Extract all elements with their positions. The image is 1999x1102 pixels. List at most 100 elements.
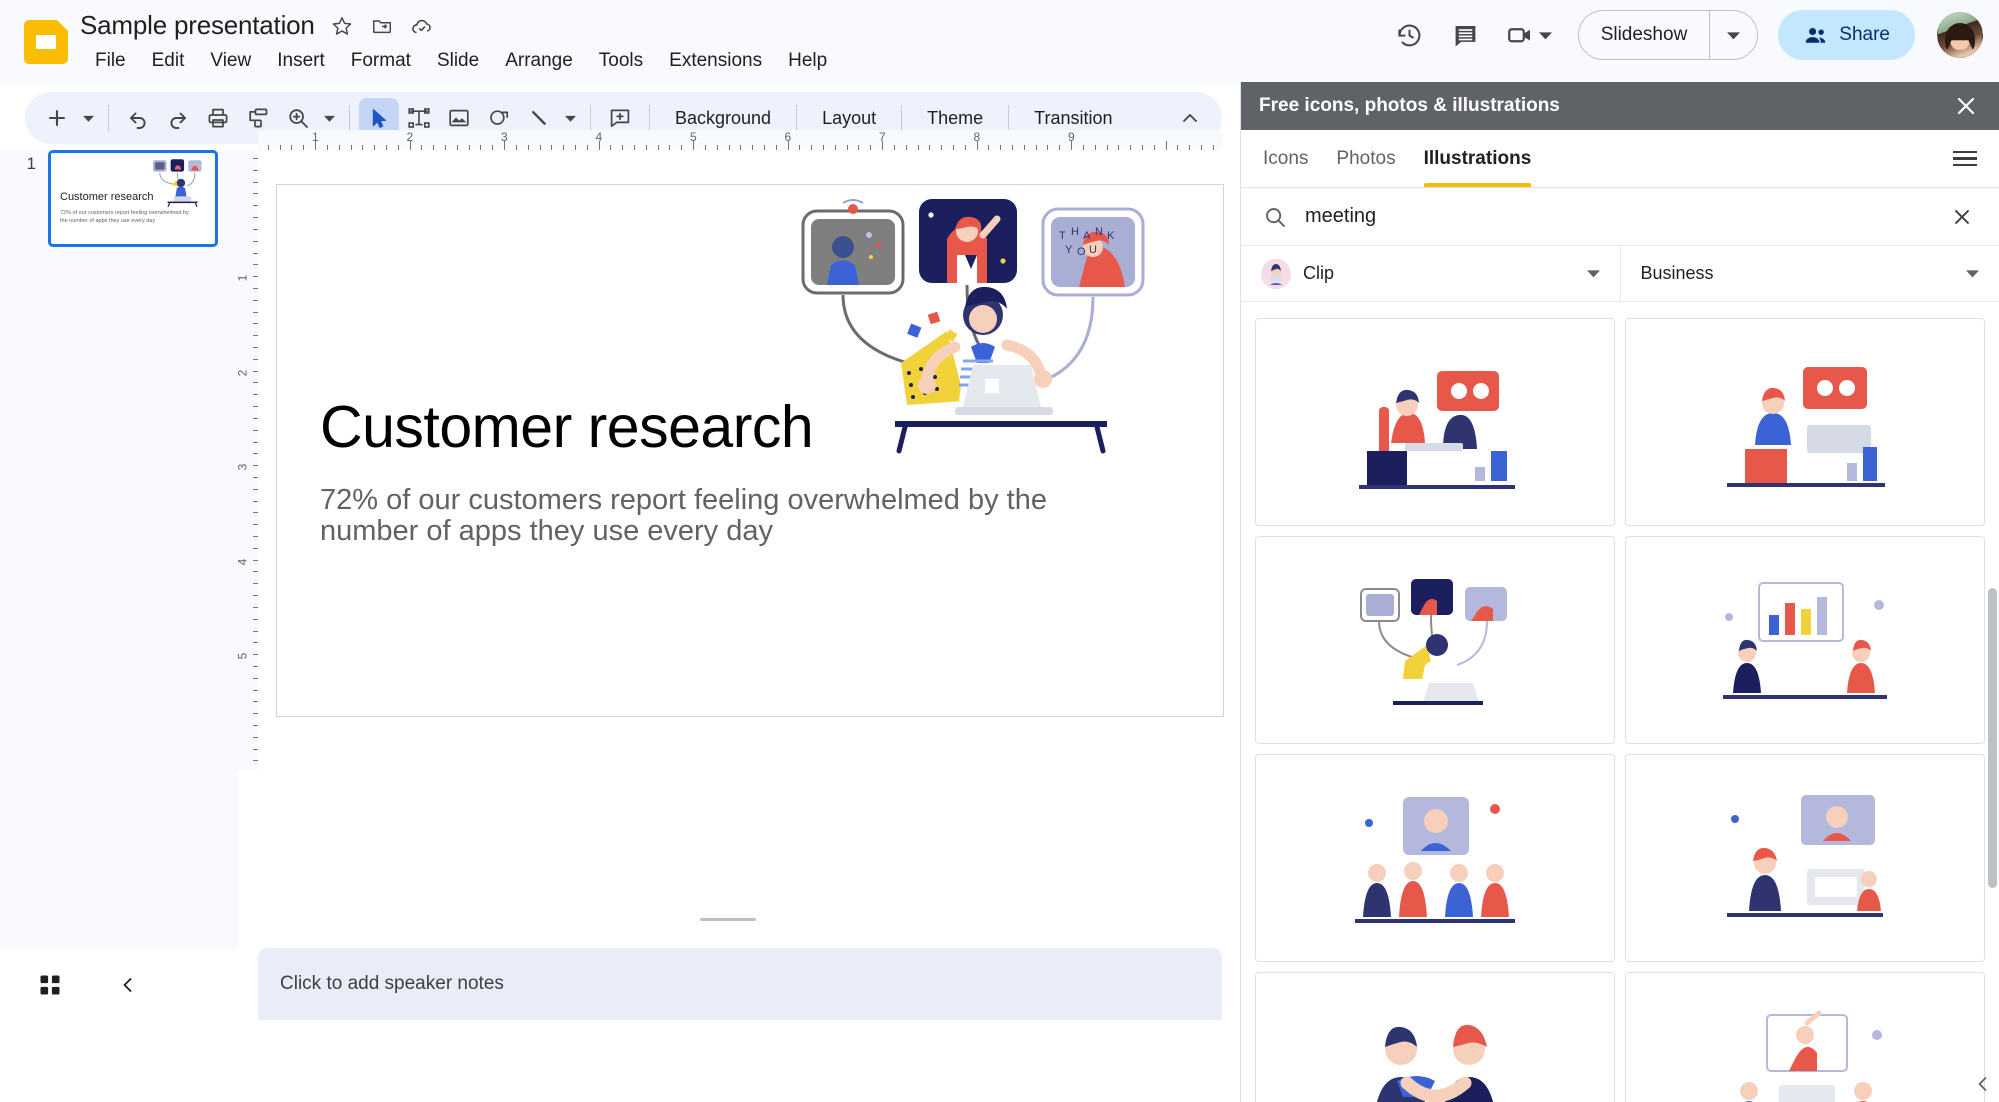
result-card-5[interactable]: [1255, 754, 1615, 962]
speaker-notes-input[interactable]: Click to add speaker notes: [258, 948, 1222, 1020]
meet-camera-icon: [1506, 20, 1536, 50]
search-input[interactable]: [1305, 205, 1929, 228]
menu-edit[interactable]: Edit: [139, 48, 198, 74]
clear-icon[interactable]: [1947, 206, 1977, 228]
result-card-1[interactable]: [1255, 318, 1615, 526]
tab-illustrations[interactable]: Illustrations: [1423, 130, 1531, 187]
menu-help[interactable]: Help: [775, 48, 840, 74]
stock-media-panel: Free icons, photos & illustrations Icons…: [1240, 82, 1999, 1102]
slideshow-options-caret[interactable]: [1709, 11, 1757, 59]
ruler-tick: [882, 141, 884, 150]
slide-thumbnail-row: 1 Customer research 72% of our customers…: [20, 150, 218, 247]
svg-text:O: O: [1077, 246, 1086, 258]
filmstrip-bottom-actions: [30, 965, 148, 1005]
menu-extensions[interactable]: Extensions: [656, 48, 775, 74]
menu-format[interactable]: Format: [338, 48, 424, 74]
search-icon: [1263, 205, 1287, 229]
plus-icon[interactable]: [37, 98, 77, 138]
comment-icon[interactable]: [1442, 11, 1490, 59]
top-app-bar: Sample presentation File Edit View Inser…: [0, 0, 1999, 84]
close-icon[interactable]: [1951, 91, 1981, 121]
svg-text:K: K: [1107, 230, 1115, 242]
panel-filters: Clip Business: [1241, 246, 1999, 302]
filter-provider-label: Clip: [1303, 263, 1335, 283]
panel-tabs: Icons Photos Illustrations: [1241, 130, 1999, 188]
slide-number: 1: [26, 154, 36, 173]
toolbar-divider: [108, 105, 109, 131]
toolbar-divider: [901, 105, 903, 131]
result-card-8[interactable]: [1625, 972, 1985, 1102]
top-bar-actions: Slideshow Share: [1386, 10, 1983, 60]
menu-insert[interactable]: Insert: [264, 48, 338, 74]
undo-icon[interactable]: [118, 98, 158, 138]
ruler-tick: [504, 141, 506, 150]
slideshow-button[interactable]: Slideshow: [1579, 11, 1710, 59]
ruler-tick: [315, 141, 317, 150]
slide-thumbnail-1[interactable]: Customer research 72% of our customers r…: [48, 150, 218, 247]
ruler-tick: [976, 141, 978, 150]
menu-view[interactable]: View: [197, 48, 264, 74]
tab-icons[interactable]: Icons: [1263, 130, 1308, 187]
slide-title-text[interactable]: Customer research: [320, 393, 814, 461]
slideshow-button-group: Slideshow: [1577, 10, 1759, 60]
video-call-illustration-thumb: [151, 158, 213, 210]
result-card-6[interactable]: [1625, 754, 1985, 962]
share-button-label: Share: [1839, 24, 1890, 45]
print-icon[interactable]: [198, 98, 238, 138]
slide-filmstrip: 1 Customer research 72% of our customers…: [0, 150, 238, 950]
thumbnail-title: Customer research: [60, 191, 154, 203]
people-icon: [1803, 23, 1828, 48]
toolbar-divider: [649, 105, 650, 131]
vertical-ruler: 12345: [235, 150, 258, 770]
svg-text:U: U: [1089, 244, 1097, 256]
result-card-7[interactable]: [1255, 972, 1615, 1102]
slide-subtitle-text[interactable]: 72% of our customers report feeling over…: [320, 484, 1120, 548]
toolbar-divider: [796, 105, 798, 131]
filter-provider[interactable]: Clip: [1241, 246, 1620, 301]
ruler-tick: [409, 141, 411, 150]
panel-collapse-icon[interactable]: [1973, 1074, 1993, 1094]
cloud-saved-icon[interactable]: [409, 13, 435, 39]
slides-logo-icon[interactable]: [24, 20, 68, 64]
ruler-tick: [787, 141, 789, 150]
ruler-tick: [693, 141, 695, 150]
page-title[interactable]: Sample presentation: [80, 10, 315, 41]
illustration-results-grid: [1241, 302, 1999, 1102]
panel-search-row: [1241, 188, 1999, 246]
menu-file[interactable]: File: [82, 48, 139, 74]
toolbar-divider: [590, 105, 591, 131]
grid-view-icon[interactable]: [30, 965, 70, 1005]
filter-category[interactable]: Business: [1619, 246, 1999, 301]
menu-slide[interactable]: Slide: [424, 48, 492, 74]
share-button[interactable]: Share: [1778, 10, 1915, 60]
meet-button[interactable]: [1498, 11, 1560, 59]
new-slide-caret-icon[interactable]: [77, 98, 99, 138]
svg-text:N: N: [1095, 226, 1103, 238]
menu-tools[interactable]: Tools: [586, 48, 656, 74]
svg-text:Y: Y: [1065, 244, 1073, 256]
star-icon[interactable]: [329, 13, 355, 39]
menu-bar: File Edit View Insert Format Slide Arran…: [82, 48, 840, 74]
move-to-folder-icon[interactable]: [369, 13, 395, 39]
results-scrollbar[interactable]: [1988, 588, 1997, 888]
video-call-illustration[interactable]: THA NK Y OU: [797, 195, 1197, 475]
ruler-tick: [1071, 141, 1073, 150]
chevron-down-icon: [1586, 267, 1600, 280]
result-card-3[interactable]: [1255, 536, 1615, 744]
chevron-down-icon: [1538, 29, 1552, 42]
version-history-icon[interactable]: [1386, 11, 1434, 59]
tab-photos[interactable]: Photos: [1336, 130, 1395, 187]
chevron-left-icon[interactable]: [108, 965, 148, 1005]
menu-arrange[interactable]: Arrange: [492, 48, 586, 74]
thumbnail-subtitle: 72% of our customers report feeling over…: [60, 210, 189, 225]
slide-editor[interactable]: THA NKY OU Customer research 72% of our …: [276, 184, 1224, 717]
redo-icon[interactable]: [158, 98, 198, 138]
notes-resize-handle[interactable]: [700, 918, 756, 921]
result-card-4[interactable]: [1625, 536, 1985, 744]
ruler-tick: [1165, 141, 1167, 150]
slide-canvas-area: THA NKY OU Customer research 72% of our …: [258, 150, 1224, 950]
avatar[interactable]: [1937, 12, 1983, 58]
svg-text:H: H: [1071, 226, 1079, 238]
hamburger-menu-icon[interactable]: [1953, 150, 1977, 167]
result-card-2[interactable]: [1625, 318, 1985, 526]
